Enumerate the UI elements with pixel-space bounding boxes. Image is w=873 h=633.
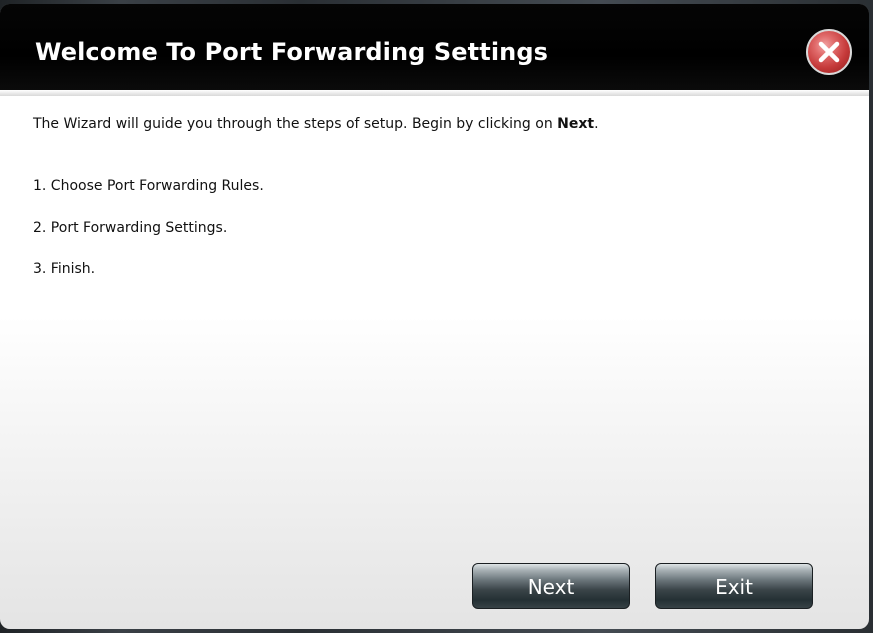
intro-prefix: The Wizard will guide you through the st…: [33, 116, 558, 132]
dialog-title: Welcome To Port Forwarding Settings: [35, 38, 549, 66]
step-item-1: 1. Choose Port Forwarding Rules.: [33, 178, 264, 194]
dialog-content: The Wizard will guide you through the st…: [0, 96, 869, 629]
close-button[interactable]: [806, 29, 852, 75]
close-icon: [818, 41, 840, 63]
dialog-titlebar: Welcome To Port Forwarding Settings: [0, 4, 869, 90]
step-item-2: 2. Port Forwarding Settings.: [33, 220, 228, 236]
next-button[interactable]: Next: [472, 563, 630, 609]
exit-button[interactable]: Exit: [655, 563, 813, 609]
intro-emphasis: Next: [557, 116, 595, 132]
port-forwarding-wizard-dialog: Welcome To Port Forwarding Settings The …: [0, 4, 869, 629]
step-item-3: 3. Finish.: [33, 261, 96, 277]
intro-text: The Wizard will guide you through the st…: [33, 116, 599, 132]
intro-suffix: .: [594, 116, 599, 132]
